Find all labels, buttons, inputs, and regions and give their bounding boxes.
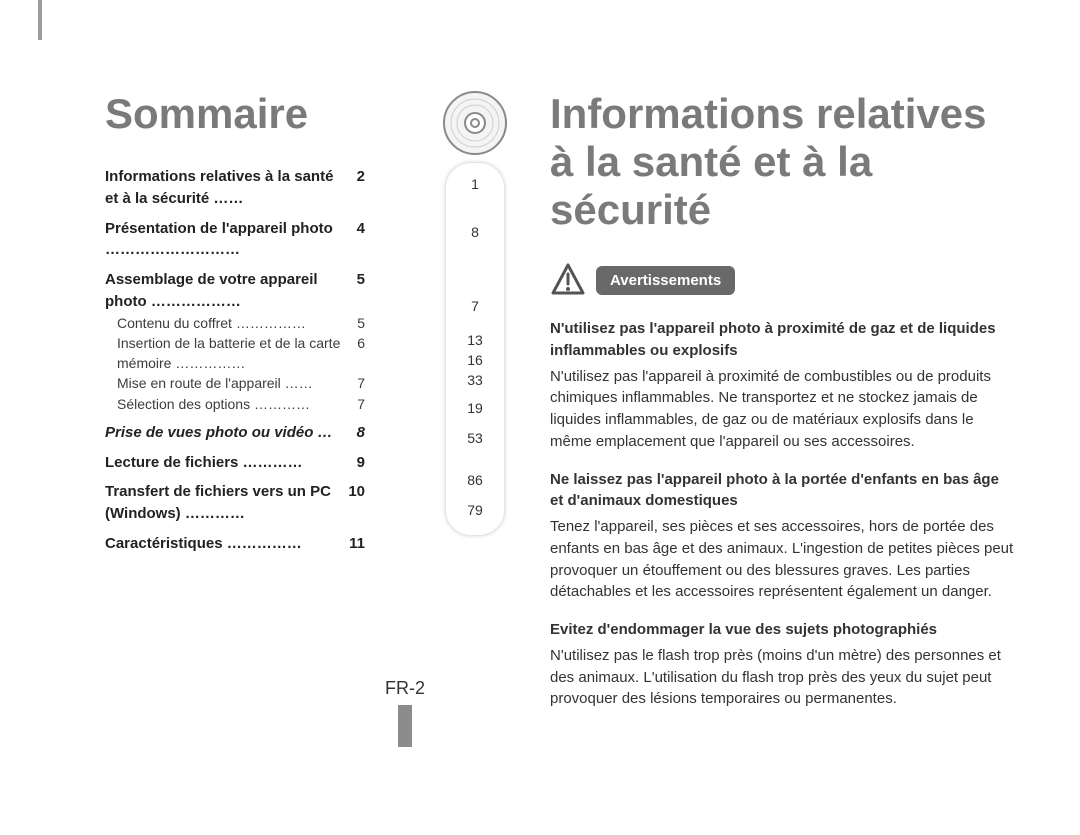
toc-page: 7 <box>357 394 365 414</box>
toc-entry-prise-de-vues: Prise de vues photo ou vidéo … 8 <box>105 422 365 444</box>
ref-page: 16 <box>462 353 488 367</box>
full-manual-page-refs: 1 8 7 13 16 33 19 53 86 79 <box>440 90 510 536</box>
ref-page: 33 <box>462 373 488 387</box>
toc-page: 10 <box>348 481 365 525</box>
toc-label: Mise en route de l'appareil …… <box>117 373 357 393</box>
ref-page: 53 <box>462 431 488 445</box>
toc-label: Insertion de la batterie et de la carte … <box>117 333 357 374</box>
toc-sub-insertion-batterie: Insertion de la batterie et de la carte … <box>105 333 365 374</box>
toc-label: Caractéristiques …………… <box>105 533 343 555</box>
ref-page: 8 <box>462 225 488 239</box>
toc-label: Contenu du coffret …………… <box>117 313 357 333</box>
warning-triangle-icon <box>550 262 586 298</box>
toc-entry-presentation: Présentation de l'appareil photo …………………… <box>105 218 365 262</box>
ref-page: 79 <box>462 503 488 517</box>
cd-disc-icon <box>442 90 508 156</box>
toc-sub-selection-options: Sélection des options …………7 <box>105 394 365 414</box>
columns: Sommaire Informations relatives à la san… <box>105 90 1015 805</box>
table-of-contents: Informations relatives à la santé et à l… <box>105 166 365 555</box>
toc-sub-contenu-coffret: Contenu du coffret ……………5 <box>105 313 365 333</box>
ref-page: 86 <box>462 473 488 487</box>
toc-page: 7 <box>357 373 365 393</box>
toc-label: Informations relatives à la santé et à l… <box>105 166 351 210</box>
toc-label: Présentation de l'appareil photo …………………… <box>105 218 351 262</box>
ref-page: 19 <box>462 401 488 415</box>
left-column: Sommaire Informations relatives à la san… <box>105 90 510 805</box>
toc-page: 9 <box>357 452 365 474</box>
toc-entry-caracteristiques: Caractéristiques …………… 11 <box>105 533 365 555</box>
toc-page: 5 <box>357 313 365 333</box>
avertissements-label: Avertissements <box>550 262 735 298</box>
toc-page: 2 <box>357 166 365 210</box>
warning-body: Tenez l'appareil, ses pièces et ses acce… <box>550 518 1013 600</box>
toc-page: 4 <box>357 218 365 262</box>
warning-block: Ne laissez pas l'appareil photo à la por… <box>550 469 1015 604</box>
toc-page: 6 <box>357 333 365 374</box>
ref-page-list: 1 8 7 13 16 33 19 53 86 79 <box>445 162 505 536</box>
toc-label: Assemblage de votre appareil photo ……………… <box>105 269 351 313</box>
warning-body: N'utilisez pas le flash trop près (moins… <box>550 647 1001 708</box>
warning-heading: N'utilisez pas l'appareil photo à proxim… <box>550 318 1015 362</box>
toc-page: 11 <box>349 533 365 555</box>
ref-page: 7 <box>462 299 488 313</box>
warning-block: Evitez d'endommager la vue des sujets ph… <box>550 619 1015 710</box>
toc-label: Sélection des options ………… <box>117 394 357 414</box>
right-column: Informations relatives à la santé et à l… <box>510 90 1015 805</box>
avertissements-badge: Avertissements <box>596 266 735 295</box>
toc-label: Lecture de fichiers ………… <box>105 452 351 474</box>
toc-entry-transfert-pc: Transfert de fichiers vers un PC (Window… <box>105 481 365 525</box>
toc-entry-sante-securite: Informations relatives à la santé et à l… <box>105 166 365 210</box>
page-number-bar <box>398 705 412 747</box>
toc-label: Transfert de fichiers vers un PC (Window… <box>105 481 342 525</box>
toc-entry-lecture-fichiers: Lecture de fichiers ………… 9 <box>105 452 365 474</box>
section-heading: Informations relatives à la santé et à l… <box>550 90 1015 234</box>
toc-page: 5 <box>357 269 365 313</box>
warning-body: N'utilisez pas l'appareil à proximité de… <box>550 368 991 450</box>
toc-page: 8 <box>357 422 365 444</box>
toc-label: Prise de vues photo ou vidéo … <box>105 422 351 444</box>
page: Sommaire Informations relatives à la san… <box>0 0 1080 835</box>
ref-page: 1 <box>462 177 488 191</box>
toc-entry-assemblage: Assemblage de votre appareil photo ……………… <box>105 269 365 313</box>
toc-sub-mise-en-route: Mise en route de l'appareil ……7 <box>105 373 365 393</box>
warning-heading: Ne laissez pas l'appareil photo à la por… <box>550 469 1015 513</box>
warning-block: N'utilisez pas l'appareil photo à proxim… <box>550 318 1015 453</box>
warning-heading: Evitez d'endommager la vue des sujets ph… <box>550 619 1015 641</box>
ref-page: 13 <box>462 333 488 347</box>
page-number-text: FR-2 <box>385 678 425 698</box>
page-number: FR-2 <box>385 678 425 747</box>
